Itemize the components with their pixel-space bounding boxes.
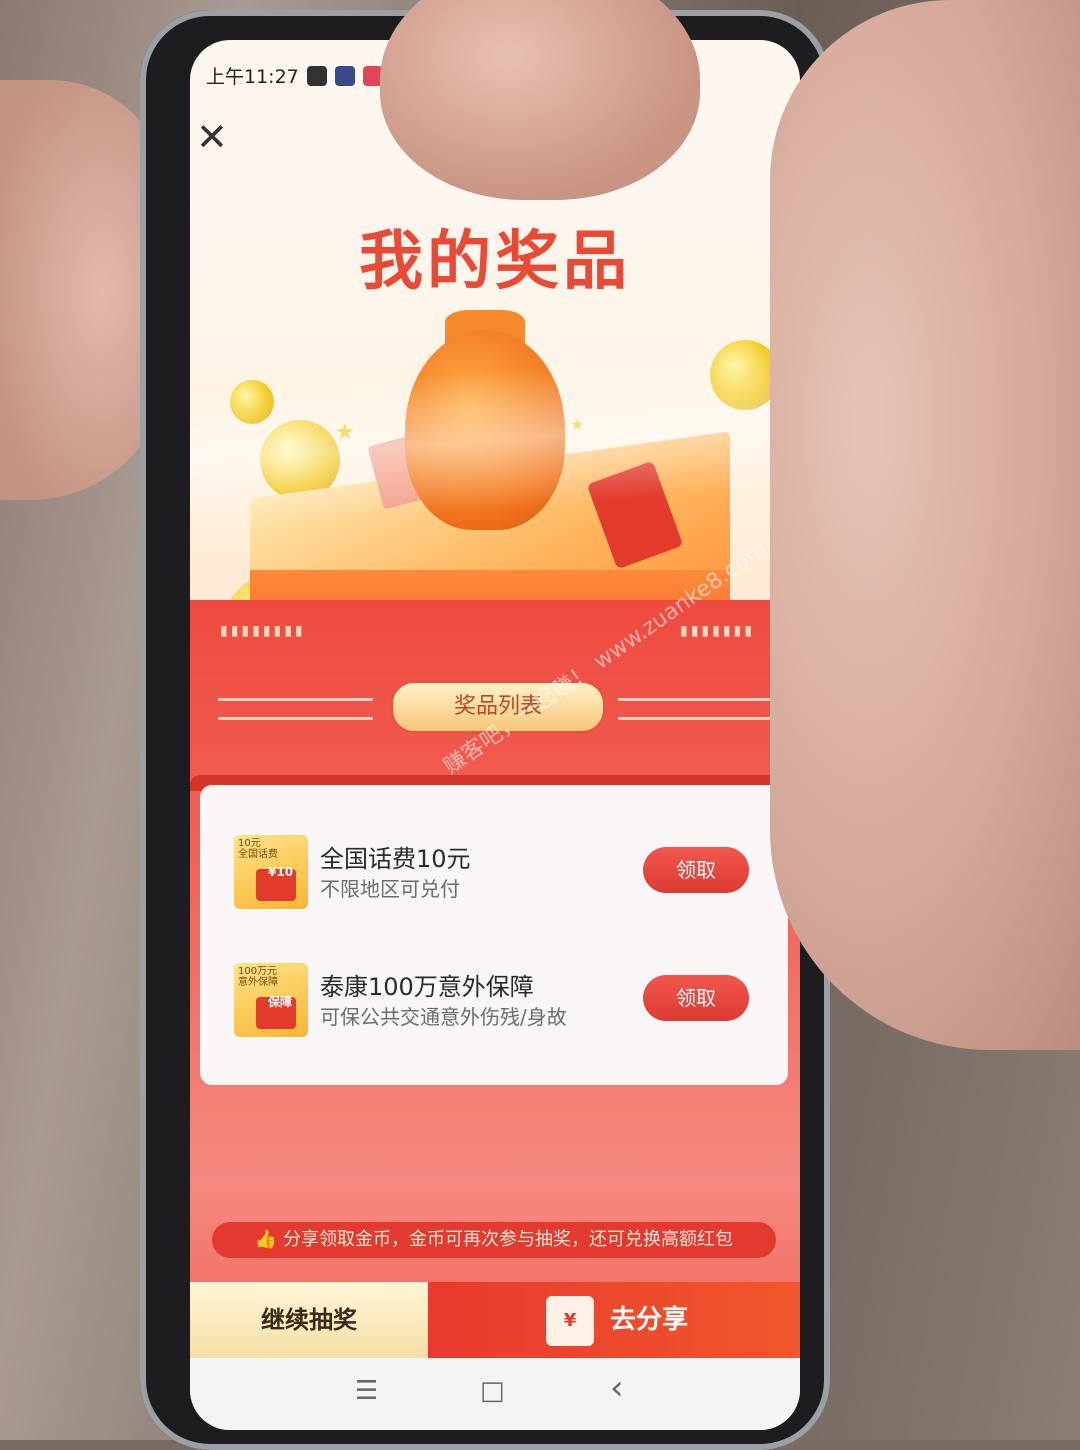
prize-name: 全国话费10元 <box>320 845 471 873</box>
share-button[interactable]: ¥ 去分享 <box>428 1282 800 1358</box>
status-time: 上午11:27 <box>206 66 299 88</box>
share-tip-banner: 👍 分享领取金币，金币可再次参与抽奖，还可兑换高额红包 <box>212 1222 776 1258</box>
decor-dashes: ▮▮▮▮▮▮▮ <box>680 623 755 639</box>
finger-top <box>380 0 700 200</box>
right-hand <box>770 0 1080 1050</box>
decor-dashes: ▮▮▮▮▮▮▮▮ <box>220 623 306 639</box>
prize-list-card: 10元 全国话费 ¥10 全国话费10元 不限地区可兑付 领取 100万元 意外… <box>200 785 788 1085</box>
share-tip-text: 分享领取金币，金币可再次参与抽奖，还可兑换高额红包 <box>283 1229 734 1250</box>
prize-thumbnail: 100万元 意外保障 保障 <box>234 963 308 1037</box>
thumbs-up-icon: 👍 <box>254 1229 284 1250</box>
thumb-badge: ¥10 <box>268 865 294 879</box>
shield-icon <box>334 65 355 86</box>
back-icon[interactable]: ‹ <box>610 1368 624 1408</box>
prize-desc: 可保公共交通意外伤残/身故 <box>320 1005 567 1029</box>
menu-icon[interactable]: ☰ <box>355 1376 378 1406</box>
thumb-label: 10元 全国话费 <box>238 838 278 860</box>
home-icon[interactable]: □ <box>480 1376 505 1406</box>
share-label: 去分享 <box>610 1305 689 1335</box>
prize-thumbnail: 10元 全国话费 ¥10 <box>234 835 308 909</box>
red-envelope-icon: ¥ <box>546 1296 594 1346</box>
hero-title: 我的奖品 <box>359 225 631 299</box>
claim-button[interactable]: 领取 <box>643 847 749 893</box>
prize-desc: 不限地区可兑付 <box>320 877 460 901</box>
thumb-label: 100万元 意外保障 <box>238 966 278 988</box>
message-icon <box>306 65 327 86</box>
claim-button[interactable]: 领取 <box>643 975 749 1021</box>
list-item: 100万元 意外保障 保障 泰康100万意外保障 可保公共交通意外伤残/身故 领… <box>200 943 788 1053</box>
decor-stripe <box>618 698 773 720</box>
system-nav-bar: ☰ □ ‹ <box>190 1358 800 1430</box>
prize-name: 泰康100万意外保障 <box>320 973 534 1001</box>
decor-stripe <box>218 698 373 720</box>
bottom-action-bar: 继续抽奖 ¥ 去分享 <box>190 1282 800 1358</box>
list-item: 10元 全国话费 ¥10 全国话费10元 不限地区可兑付 领取 <box>200 815 788 925</box>
continue-draw-button[interactable]: 继续抽奖 <box>190 1282 428 1358</box>
thumb-badge: 保障 <box>268 995 293 1009</box>
